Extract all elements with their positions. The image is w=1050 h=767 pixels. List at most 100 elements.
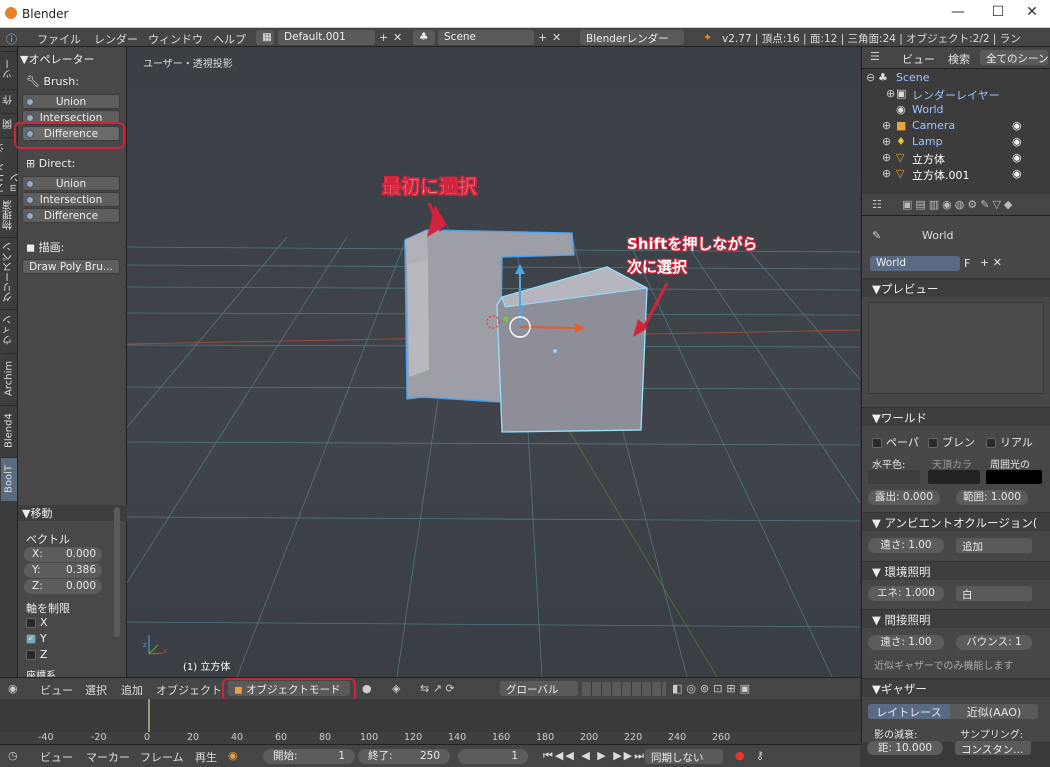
- tab-archimesh[interactable]: Archim: [1, 353, 17, 403]
- world-datablock-field[interactable]: World: [870, 256, 960, 271]
- expand-icon[interactable]: ⊕: [882, 119, 891, 132]
- tool-scrollbar[interactable]: [114, 507, 120, 637]
- view3d-object-menu[interactable]: オブジェクト: [156, 682, 222, 698]
- timeline-marker-menu[interactable]: マーカー: [86, 749, 130, 765]
- manipulator-icons[interactable]: ⇆ ↗ ⟳: [420, 682, 455, 695]
- expand-icon[interactable]: ⊕: [882, 167, 891, 180]
- menu-help[interactable]: ヘルプ: [213, 31, 246, 47]
- visibility-eye-icon[interactable]: ◉: [1012, 167, 1022, 180]
- outliner-row-renderlayers[interactable]: ⊕ ▣ レンダーレイヤー: [862, 86, 1050, 102]
- tab-booltool[interactable]: BoolT: [1, 457, 17, 501]
- scene-icon[interactable]: ♣: [413, 30, 435, 45]
- blend-sky-checkbox[interactable]: ブレン: [928, 434, 975, 450]
- ao-blend-select[interactable]: 追加: [956, 538, 1032, 553]
- outliner-search-menu[interactable]: 検索: [948, 51, 970, 67]
- start-frame-field[interactable]: 開始: 1: [263, 749, 355, 764]
- menu-render[interactable]: レンダー: [94, 31, 138, 47]
- scene-delete-button[interactable]: ✕: [552, 31, 561, 44]
- end-frame-field[interactable]: 終了: 250: [358, 749, 450, 764]
- move-y-field[interactable]: Y: 0.386: [24, 563, 102, 578]
- gather-panel-header[interactable]: ▼ギャザー: [862, 678, 1050, 697]
- env-color-select[interactable]: 白: [956, 586, 1032, 601]
- layout-icon[interactable]: ▦: [256, 30, 274, 45]
- timeline-area[interactable]: -40 -20 0 20 40 60 80 100 120 140 160 18…: [0, 699, 860, 744]
- shading-icon[interactable]: ●: [362, 682, 372, 695]
- tab-window[interactable]: ウィン: [1, 309, 17, 351]
- ao-panel-header[interactable]: ▼ アンビエントオクルージョン(: [862, 512, 1050, 531]
- 3d-viewport[interactable]: ユーザー・透視投影 (1) 立方体 z x 最初に選択 Shiftを押しながら …: [127, 47, 860, 677]
- tab-tools[interactable]: ツー: [1, 51, 17, 87]
- snap-render-icons[interactable]: ◧◎⊚⊡⊞▣: [672, 682, 754, 695]
- layer-buttons[interactable]: [582, 682, 666, 696]
- direct-intersection-button[interactable]: Intersection: [22, 192, 120, 207]
- preview-range-icon[interactable]: ◉: [228, 749, 238, 762]
- maximize-button[interactable]: ☐: [980, 4, 1016, 24]
- view3d-add-menu[interactable]: 追加: [121, 682, 143, 698]
- timeline-playback-menu[interactable]: 再生: [195, 749, 217, 765]
- visibility-eye-icon[interactable]: ◉: [1012, 135, 1022, 148]
- layout-add-button[interactable]: +: [379, 31, 388, 44]
- bounces-field[interactable]: バウンス: 1: [956, 635, 1032, 650]
- env-energy-field[interactable]: エネ: 1.000: [868, 586, 944, 601]
- tab-blend4web[interactable]: Blend4: [1, 405, 17, 455]
- move-header[interactable]: ▼移動: [18, 505, 127, 521]
- record-icon[interactable]: ●: [735, 749, 745, 762]
- outliner-view-menu[interactable]: ビュー: [902, 51, 935, 67]
- layout-delete-button[interactable]: ✕: [393, 31, 402, 44]
- outliner-display-select[interactable]: 全てのシーン: [980, 50, 1048, 65]
- keying-icon[interactable]: ⚷: [756, 749, 764, 762]
- indirect-factor-field[interactable]: 遠さ: 1.00: [868, 635, 944, 650]
- outliner-row-lamp[interactable]: ⊕ ♦ Lamp ◉: [862, 134, 1050, 150]
- constraint-z-checkbox[interactable]: Z: [26, 648, 131, 661]
- scene-field[interactable]: Scene: [438, 30, 534, 45]
- range-field[interactable]: 範囲: 1.000: [956, 490, 1028, 505]
- expand-icon[interactable]: ⊕: [882, 151, 891, 164]
- operator-header[interactable]: ▼オペレーター: [20, 51, 125, 67]
- info-editor-icon[interactable]: ⓘ: [6, 31, 17, 47]
- layout-field[interactable]: Default.001: [278, 30, 375, 45]
- menu-window[interactable]: ウィンドウ: [148, 31, 203, 47]
- exposure-field[interactable]: 露出: 0.000: [868, 490, 940, 505]
- world-add-button[interactable]: + ✕: [980, 256, 1002, 269]
- timeline-editor-icon[interactable]: ◷: [8, 749, 18, 762]
- outliner-row-camera[interactable]: ⊕ ■ Camera ◉: [862, 118, 1050, 134]
- view3d-select-menu[interactable]: 選択: [85, 682, 107, 698]
- brush-union-button[interactable]: Union: [22, 94, 120, 109]
- preview-panel-header[interactable]: ▼プレビュー: [862, 278, 1050, 297]
- playback-controls[interactable]: ⏮◀◀ ◀ ▶ ▶▶⏭: [543, 749, 646, 763]
- timeline-frame-menu[interactable]: フレーム: [140, 749, 184, 765]
- env-light-panel-header[interactable]: ▼ 環境照明: [862, 561, 1050, 580]
- paper-sky-checkbox[interactable]: ペーパ: [872, 434, 919, 450]
- tab-create[interactable]: 作: [1, 89, 17, 111]
- timeline-view-menu[interactable]: ビュー: [40, 749, 73, 765]
- view3d-editor-icon[interactable]: ◉: [8, 682, 18, 695]
- draw-poly-brush-button[interactable]: Draw Poly Bru...: [22, 259, 120, 274]
- pin-icon[interactable]: ✎: [872, 229, 881, 242]
- tab-grease-pencil[interactable]: グリースペン: [1, 237, 17, 307]
- tab-physics[interactable]: 物理演: [1, 195, 17, 235]
- render-engine-select[interactable]: Blenderレンダー: [580, 30, 684, 45]
- ao-factor-field[interactable]: 遠さ: 1.00: [868, 538, 944, 553]
- distance-field[interactable]: 距: 10.000: [867, 741, 943, 755]
- sync-select[interactable]: 同期しない: [645, 749, 723, 764]
- expand-icon[interactable]: ⊕: [882, 135, 891, 148]
- properties-context-icons[interactable]: ▣▤▥◉◍⚙✎▽◆: [902, 198, 1015, 211]
- outliner-row-world[interactable]: ◉ World: [862, 102, 1050, 118]
- visibility-eye-icon[interactable]: ◉: [1012, 151, 1022, 164]
- outliner-editor-icon[interactable]: ☰: [870, 50, 880, 63]
- outliner-row-cube[interactable]: ⊕ ▽ 立方体 ◉: [862, 150, 1050, 166]
- move-x-field[interactable]: X: 0.000: [24, 547, 102, 562]
- minimize-button[interactable]: —: [940, 4, 976, 24]
- fake-user-button[interactable]: F: [964, 257, 970, 270]
- zenith-color-swatch[interactable]: [928, 470, 980, 484]
- scene-add-button[interactable]: +: [538, 31, 547, 44]
- properties-editor-icon[interactable]: ☷: [872, 198, 882, 211]
- approximate-button[interactable]: 近似(AAO): [950, 704, 1038, 719]
- pivot-icon[interactable]: ◈: [392, 682, 400, 695]
- expand-icon[interactable]: ⊖: [866, 71, 875, 84]
- direct-difference-button[interactable]: Difference: [22, 208, 120, 223]
- close-button[interactable]: ✕: [1014, 4, 1050, 24]
- expand-icon[interactable]: ⊕: [886, 87, 895, 100]
- outliner-row-scene[interactable]: ⊖ ♣ Scene: [862, 70, 1050, 86]
- view3d-view-menu[interactable]: ビュー: [40, 682, 73, 698]
